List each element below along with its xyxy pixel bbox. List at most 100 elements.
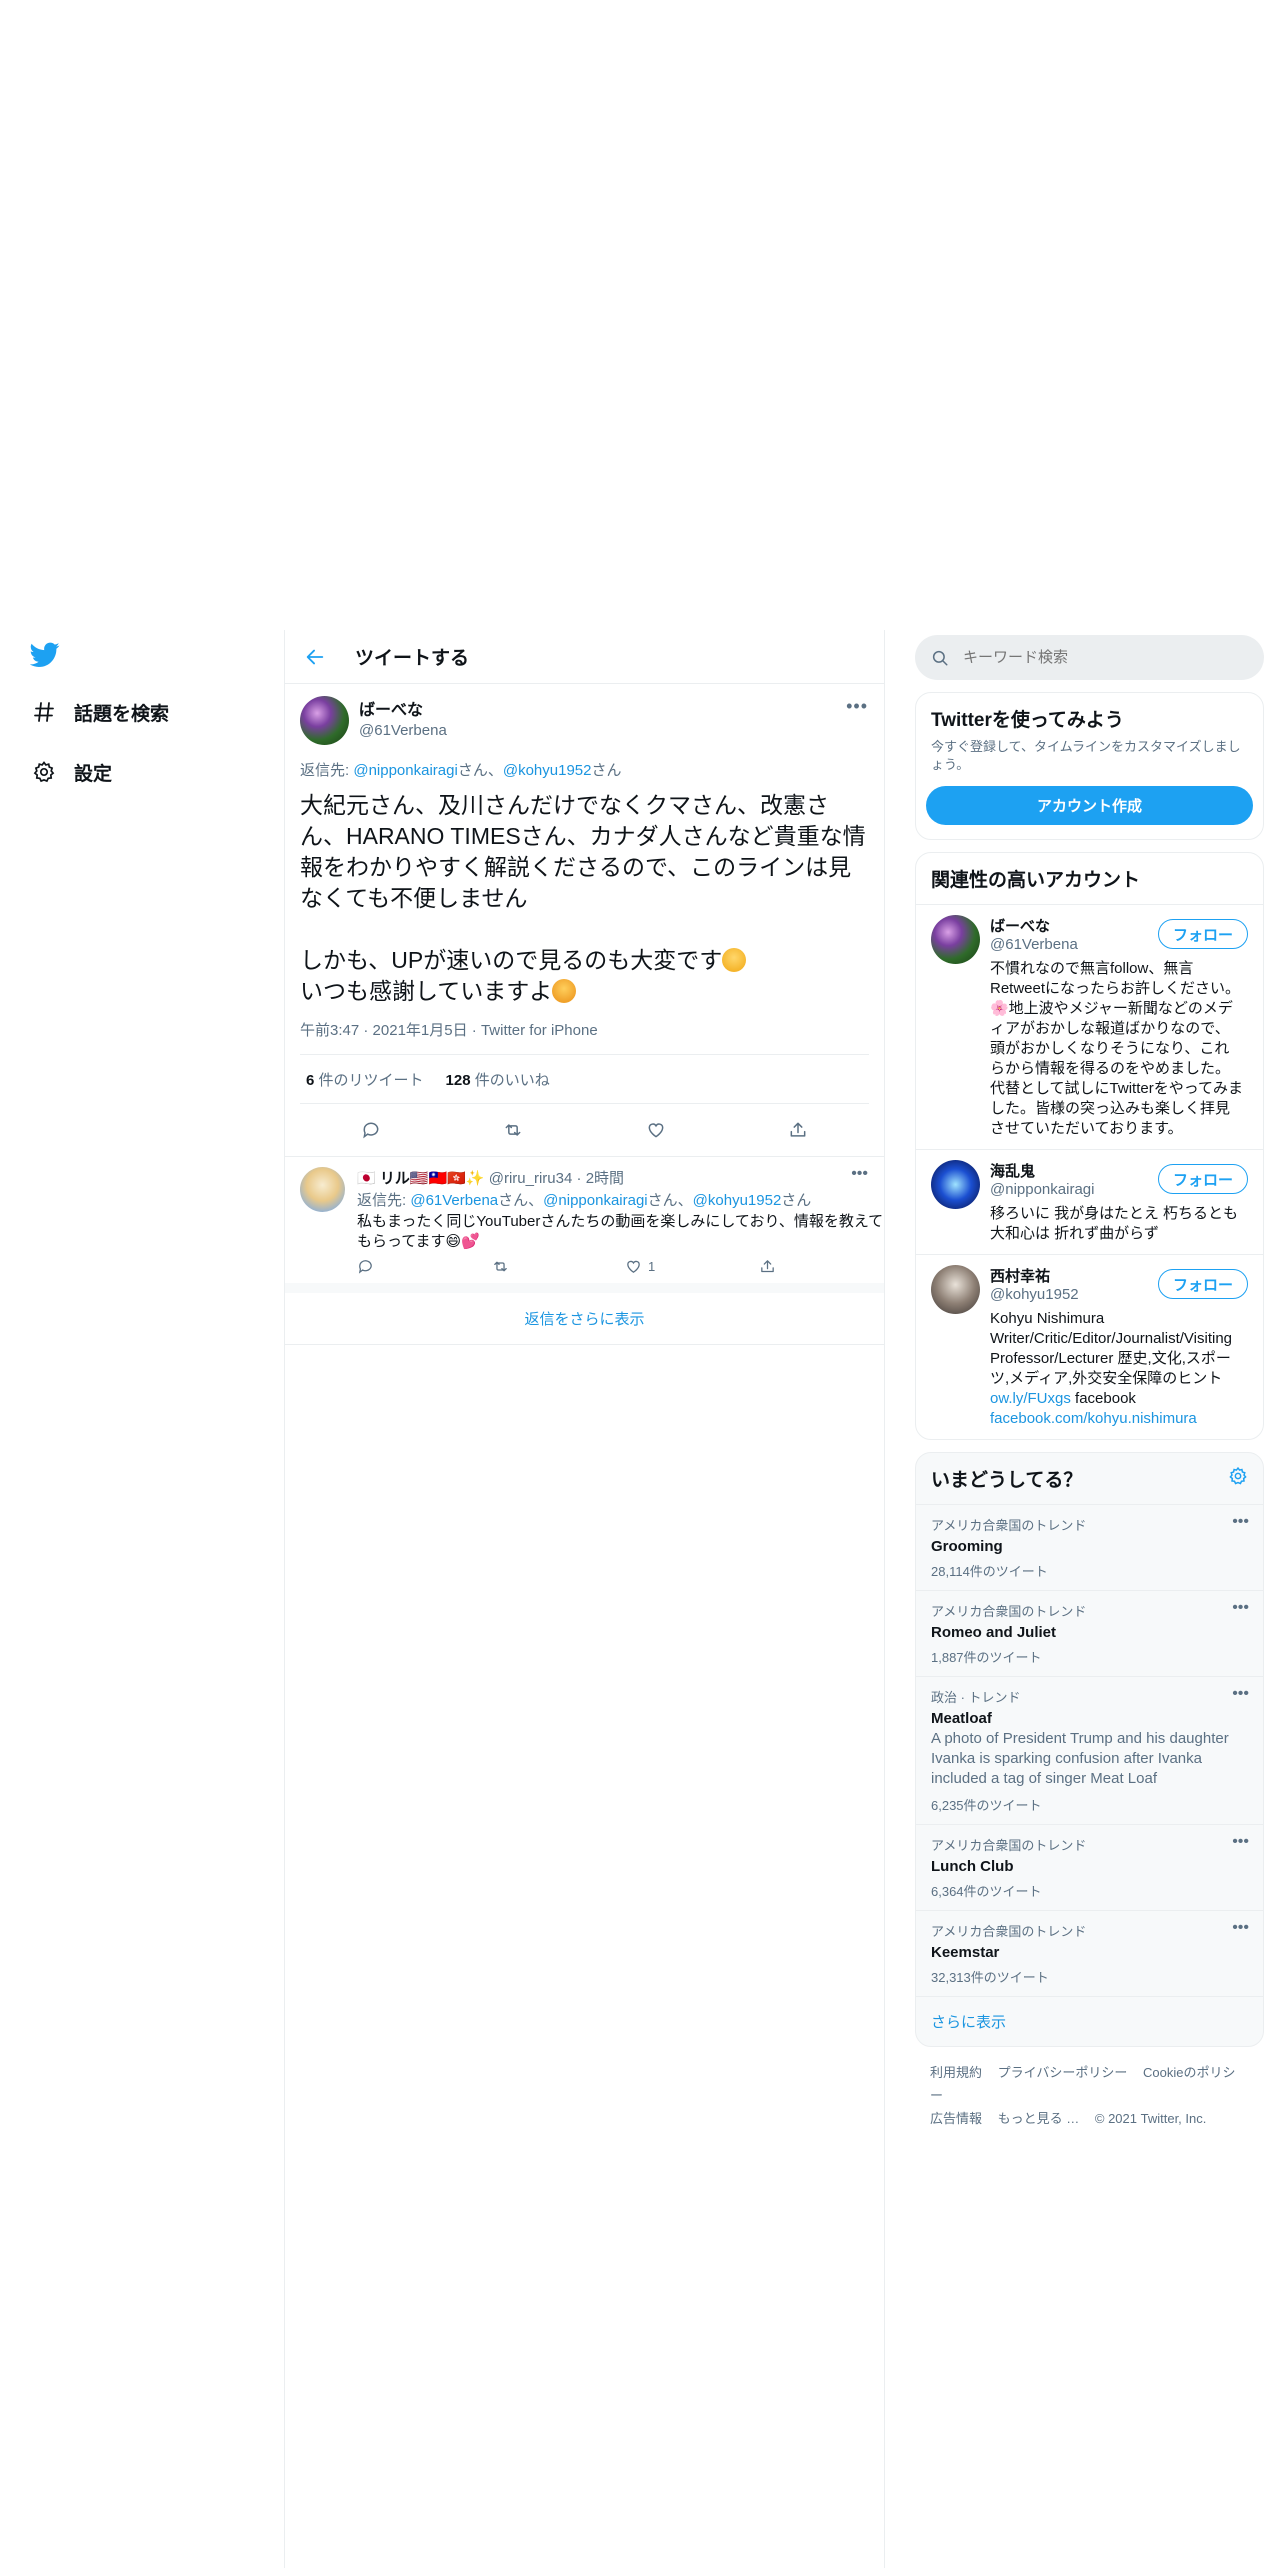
search-input[interactable] [963,649,1223,666]
show-more-replies-button[interactable]: 返信をさらに表示 [285,1293,884,1345]
mention-link[interactable]: @nipponkairagi [353,762,457,779]
retweets-stat[interactable]: 6 件のリツイート [306,1069,424,1090]
separator: 、 [528,1192,544,1209]
trend-item[interactable]: 政治 · トレンド Meatloaf A photo of President … [916,1676,1263,1824]
center-column: ツイートする ばーべな @61Verbena ••• 返信先: @nipponk… [284,630,885,2568]
signup-card: Twitterを使ってみよう 今すぐ登録して、タイムラインをカスタマイズしましょ… [915,692,1264,840]
retweets-count: 6 [306,1071,315,1089]
back-button[interactable] [297,639,333,675]
reply-author-handle[interactable]: @riru_riru34 [489,1170,573,1187]
trend-item[interactable]: アメリカ合衆国のトレンド Grooming 28,114件のツイート ••• [916,1504,1263,1590]
retweet-icon[interactable] [491,1258,625,1275]
nav-settings-label: 設定 [74,763,113,785]
trend-category: アメリカ合衆国のトレンド [931,1518,1087,1533]
footer-link-terms[interactable]: 利用規約 [930,2065,982,2080]
reply-author-name[interactable]: リル [380,1170,410,1187]
bio-link[interactable]: ow.ly/FUxgs [990,1390,1071,1407]
tweet-author-name[interactable]: ばーべな [359,696,447,720]
trend-name: Romeo and Juliet [931,1624,1057,1641]
trend-count: 6,364件のツイート [931,1884,1042,1899]
avatar[interactable] [300,1167,345,1212]
reply-text: 私もまったく同じYouTuberさんたちの動画を楽しみにしており、情報を教えても… [357,1212,893,1252]
reply-icon[interactable] [357,1258,491,1275]
more-options-icon[interactable]: ••• [1232,1513,1249,1531]
likes-count: 128 [445,1071,471,1089]
signup-title: Twitterを使ってみよう [931,710,1124,731]
mention-link[interactable]: @nipponkairagi [543,1192,647,1209]
flag-emoji-icons: 🇯🇵 [357,1170,380,1187]
trend-category: 政治 · トレンド [931,1690,1021,1705]
page-title: ツイートする [355,648,470,669]
reply-to-line: 返信先: @61Verbenaさん、@nipponkairagiさん、@kohy… [357,1189,893,1210]
like-count: 1 [648,1259,656,1274]
like-button[interactable]: 1 [625,1258,759,1275]
tweet-time[interactable]: 午前3:47 [300,1022,359,1039]
more-options-icon[interactable]: ••• [851,1165,868,1183]
retweets-label: 件のリツイート [318,1071,424,1089]
footer-link-more[interactable]: もっと見る … [998,2111,1080,2126]
account-bio: 不慣れなので無言follow、無言Retweetになったらお許しください。🌸地上… [990,960,1243,1137]
footer-link-privacy[interactable]: プライバシーポリシー [998,2065,1128,2080]
tweet-author-handle[interactable]: @61Verbena [359,722,447,739]
trend-count: 32,313件のツイート [931,1970,1049,1985]
tweet-source: Twitter for iPhone [480,1022,598,1039]
separator: 、 [487,762,503,779]
retweet-icon[interactable] [495,1112,531,1148]
more-options-icon[interactable]: ••• [846,696,868,717]
reply-to-prefix: 返信先: [300,762,354,779]
more-options-icon[interactable]: ••• [1232,1833,1249,1851]
trend-name: Grooming [931,1538,1003,1555]
account-item[interactable]: 西村幸祐 @kohyu1952 Kohyu Nishimura Writer/C… [916,1254,1263,1439]
reply-time[interactable]: 2時間 [586,1170,624,1187]
more-options-icon[interactable]: ••• [1232,1599,1249,1617]
trend-count: 28,114件のツイート [931,1564,1048,1579]
nav-explore-label: 話題を検索 [74,703,170,725]
search-icon [932,650,948,665]
trend-item[interactable]: アメリカ合衆国のトレンド Lunch Club 6,364件のツイート ••• [916,1824,1263,1910]
twitter-logo-icon[interactable] [29,642,60,668]
trend-count: 1,887件のツイート [931,1650,1042,1665]
nav-settings[interactable]: 設定 [28,752,112,792]
honorific: さん [457,762,488,779]
likes-stat[interactable]: 128 件のいいね [446,1069,550,1090]
tweet-meta: 午前3:47 · 2021年1月5日 · Twitter for iPhone [300,1019,869,1055]
account-bio: Kohyu Nishimura Writer/Critic/Editor/Jou… [990,1309,1244,1429]
follow-button[interactable]: フォロー [1157,919,1248,949]
share-icon[interactable] [780,1112,816,1148]
copyright: © 2021 Twitter, Inc. [1094,2111,1207,2126]
gear-icon[interactable] [1228,1466,1248,1491]
bio-link[interactable]: facebook.com/kohyu.nishimura [990,1410,1197,1427]
mention-link[interactable]: @kohyu1952 [503,762,592,779]
tweet-date[interactable]: 2021年1月5日 [373,1022,468,1039]
show-more-trends-link[interactable]: さらに表示 [916,1996,1263,2046]
account-item[interactable]: ばーべな @61Verbena 不慣れなので無言follow、無言Retweet… [916,904,1263,1149]
mention-link[interactable]: @kohyu1952 [693,1192,782,1209]
create-account-button[interactable]: アカウント作成 [926,786,1253,825]
trend-item[interactable]: アメリカ合衆国のトレンド Keemstar 32,313件のツイート ••• [916,1910,1263,1996]
search-bar[interactable] [915,635,1264,680]
reply-tweet[interactable]: 🇯🇵 リル🇺🇸🇹🇼🇭🇰✨ @riru_riru34 · 2時間 返信先: @61… [285,1157,884,1293]
avatar[interactable] [931,915,980,964]
reply-to-prefix: 返信先: [357,1192,411,1209]
nav-explore[interactable]: 話題を検索 [28,692,169,732]
share-icon[interactable] [759,1258,893,1275]
account-item[interactable]: 海乱鬼 @nipponkairagi 移ろいに 我が身はたとえ 朽ちるとも 大和… [916,1149,1263,1254]
avatar[interactable] [931,1160,980,1209]
mention-link[interactable]: @61Verbena [410,1192,498,1209]
follow-button[interactable]: フォロー [1157,1269,1248,1299]
hashtag-icon [28,696,60,728]
emoji-icons: 😄💕 [445,1233,480,1250]
avatar[interactable] [300,696,349,745]
trends-card: いまどうしてる？ アメリカ合衆国のトレンド Grooming 28,114件のツ… [915,1452,1264,2047]
reply-icon[interactable] [353,1112,389,1148]
trend-item[interactable]: アメリカ合衆国のトレンド Romeo and Juliet 1,887件のツイー… [916,1590,1263,1676]
more-options-icon[interactable]: ••• [1232,1685,1249,1703]
avatar[interactable] [931,1265,980,1314]
like-icon[interactable] [638,1112,674,1148]
arrow-left-icon [306,649,324,664]
more-options-icon[interactable]: ••• [1232,1919,1249,1937]
footer-link-ads[interactable]: 広告情報 [930,2111,982,2126]
follow-button[interactable]: フォロー [1157,1164,1248,1194]
tweet-body: 大紀元さん、及川さんだけでなくクマさん、改憲さん、HARANO TIMESさん、… [300,790,869,1007]
account-bio: 移ろいに 我が身はたとえ 朽ちるとも 大和心は 折れず曲がらず [990,1205,1239,1242]
